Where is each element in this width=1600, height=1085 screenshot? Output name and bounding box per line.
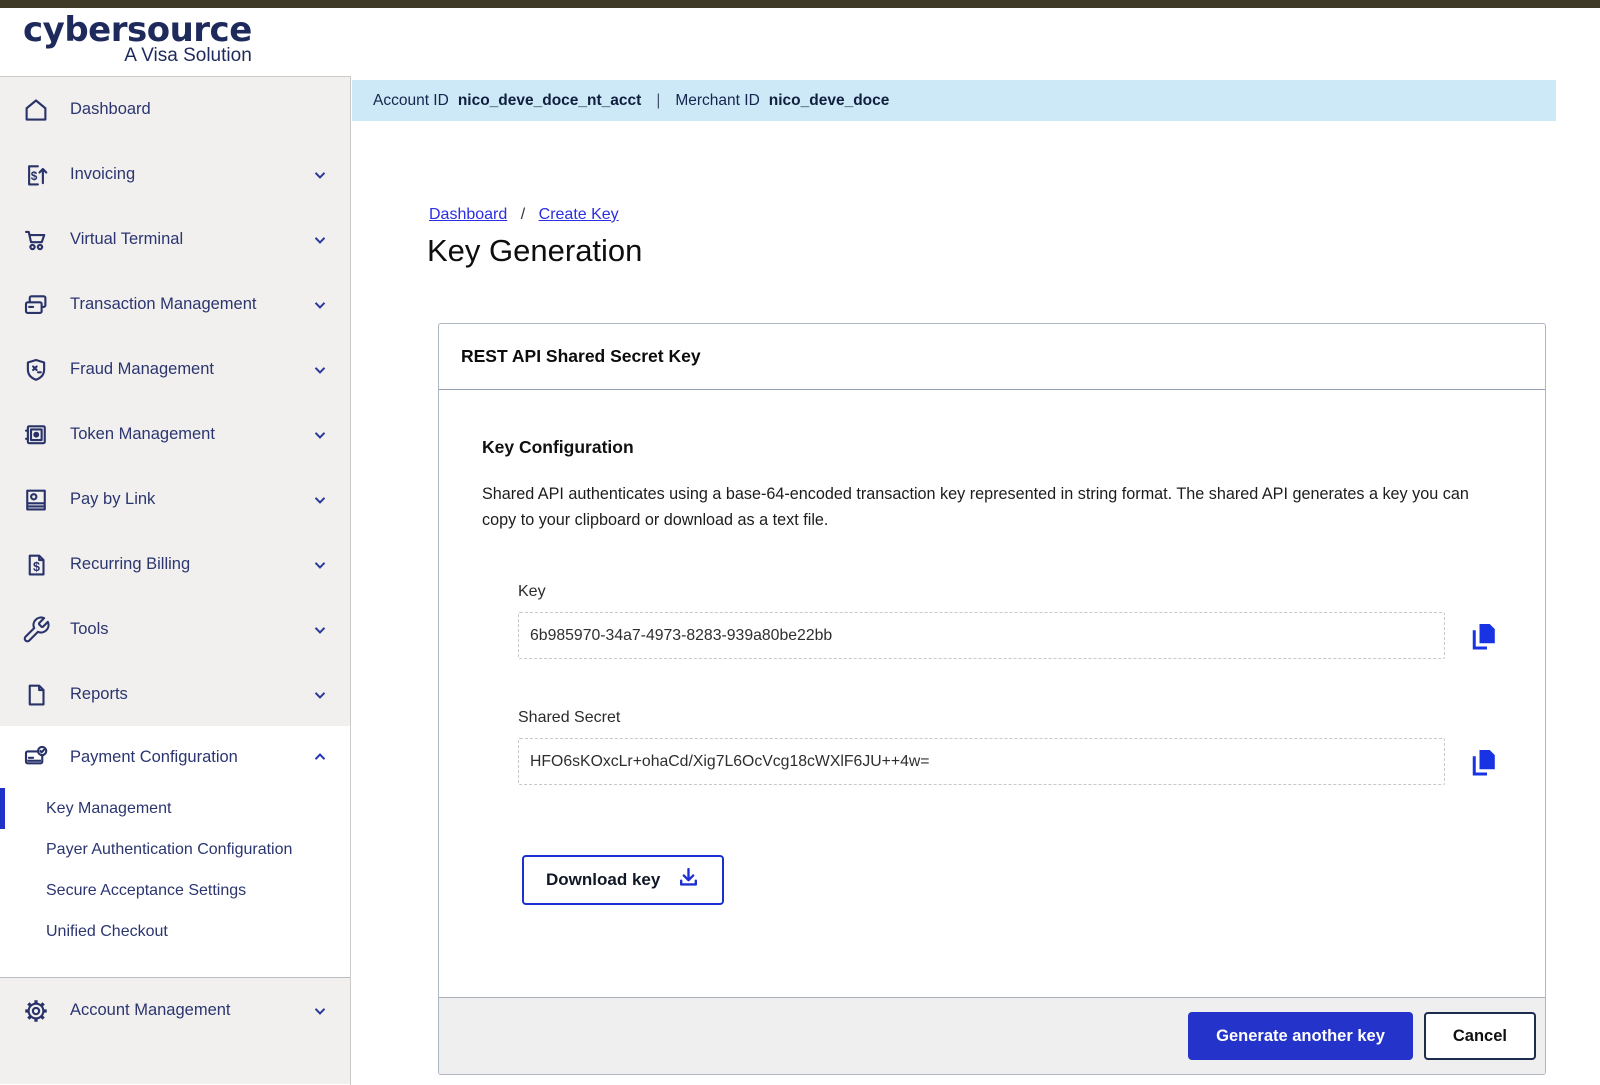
sidebar-subitem-key-management[interactable]: Key Management [0,788,350,829]
sidebar-item-token-management[interactable]: Token Management [0,402,350,467]
sidebar-subitem-secure-acceptance-settings[interactable]: Secure Acceptance Settings [0,870,350,911]
home-icon [21,95,51,125]
sidebar-subitem-label: Key Management [46,800,171,818]
sidebar-subitem-label: Secure Acceptance Settings [46,882,246,900]
sidebar-item-tools[interactable]: Tools [0,597,350,662]
sidebar-item-payment-configuration[interactable]: Payment Configuration [0,726,350,788]
copy-icon [1466,768,1502,783]
brand-logo: cybersource A Visa Solution [0,8,351,76]
sidebar-item-dashboard[interactable]: Dashboard [0,77,350,142]
sidebar-item-label: Payment Configuration [70,748,308,767]
sidebar-item-invoicing[interactable]: $ Invoicing [0,142,350,207]
key-configuration-description: Shared API authenticates using a base-64… [482,481,1502,533]
sidebar-subitem-unified-checkout[interactable]: Unified Checkout [0,911,350,952]
invoice-icon: $ [21,160,51,190]
sidebar-item-label: Dashboard [70,100,332,119]
logo-text: cybersource [23,12,252,49]
shared-secret-label: Shared Secret [518,709,1502,727]
sidebar-item-fraud-management[interactable]: Fraud Management [0,337,350,402]
chevron-down-icon[interactable] [308,683,332,707]
sidebar-item-label: Account Management [70,1001,308,1020]
sidebar-item-virtual-terminal[interactable]: Virtual Terminal [0,207,350,272]
sidebar-subitem-label: Payer Authentication Configuration [46,841,292,859]
chevron-down-icon[interactable] [308,228,332,252]
top-accent-strip [0,0,1600,8]
copy-shared-secret-button[interactable] [1466,744,1502,780]
sidebar-item-label: Reports [70,685,308,704]
sidebar-item-label: Virtual Terminal [70,230,308,249]
sidebar-subitem-payer-authentication-configuration[interactable]: Payer Authentication Configuration [0,829,350,870]
document-icon [21,680,51,710]
sidebar: Dashboard $ Invoicing Virtual Terminal [0,76,351,1085]
svg-text:$: $ [31,168,38,182]
chevron-down-icon[interactable] [308,163,332,187]
sidebar-item-reports[interactable]: Reports [0,662,350,727]
chevron-down-icon[interactable] [308,358,332,382]
sidebar-item-label: Fraud Management [70,360,308,379]
sidebar-item-recurring-billing[interactable]: $ Recurring Billing [0,532,350,597]
svg-text:$: $ [33,559,40,573]
download-key-button[interactable]: Download key [522,855,724,905]
download-key-label: Download key [546,870,660,890]
sidebar-main-section: Dashboard $ Invoicing Virtual Terminal [0,76,350,726]
key-value-box[interactable]: 6b985970-34a7-4973-8283-939a80be22bb [518,612,1445,659]
chevron-up-icon[interactable] [308,745,332,769]
account-id-label: Account ID [373,92,449,110]
sidebar-subitem-label: Unified Checkout [46,923,168,941]
chevron-down-icon[interactable] [308,553,332,577]
cancel-button[interactable]: Cancel [1424,1012,1536,1060]
card-header: REST API Shared Secret Key [439,324,1545,390]
wrench-icon [21,615,51,645]
shared-secret-value-box[interactable]: HFO6sKOxcLr+ohaCd/Xig7L6OcVcg18cWXlF6JU+… [518,738,1445,785]
generate-another-key-button[interactable]: Generate another key [1188,1012,1413,1060]
card-body: Key Configuration Shared API authenticat… [439,390,1545,905]
vault-icon [21,420,51,450]
sidebar-item-label: Tools [70,620,308,639]
copy-icon [1466,642,1502,657]
breadcrumb-link-create-key[interactable]: Create Key [539,206,619,223]
copy-key-button[interactable] [1466,618,1502,654]
breadcrumb-link-dashboard[interactable]: Dashboard [429,206,507,223]
account-bar: Account ID nico_deve_doce_nt_acct | Merc… [352,80,1556,121]
breadcrumb-separator: / [521,206,525,223]
sidebar-item-account-management[interactable]: Account Management [0,978,350,1043]
cards-icon [21,290,51,320]
shield-icon [21,355,51,385]
sidebar-item-label: Recurring Billing [70,555,308,574]
page-title: Key Generation [427,233,642,269]
key-configuration-title: Key Configuration [482,437,1502,458]
card-check-icon [21,742,51,772]
sidebar-item-label: Token Management [70,425,308,444]
sidebar-bottom-section: Account Management [0,977,350,1084]
page-link-icon [21,485,51,515]
card-footer: Generate another key Cancel [439,997,1545,1074]
chevron-down-icon[interactable] [308,999,332,1023]
sidebar-expanded-section: Payment Configuration Key Management Pay… [0,726,350,977]
chevron-down-icon[interactable] [308,488,332,512]
key-field-label: Key [518,583,1502,601]
sidebar-item-label: Pay by Link [70,490,308,509]
key-field-group: Key 6b985970-34a7-4973-8283-939a80be22bb [518,583,1502,659]
breadcrumb: Dashboard / Create Key [429,206,619,224]
download-icon [675,864,702,896]
cart-icon [21,225,51,255]
shared-secret-field-group: Shared Secret HFO6sKOxcLr+ohaCd/Xig7L6Oc… [518,709,1502,785]
account-id-value: nico_deve_doce_nt_acct [458,92,642,110]
chevron-down-icon[interactable] [308,293,332,317]
sidebar-item-transaction-management[interactable]: Transaction Management [0,272,350,337]
merchant-id-label: Merchant ID [675,92,759,110]
sidebar-item-label: Transaction Management [70,295,308,314]
key-generation-card: REST API Shared Secret Key Key Configura… [438,323,1546,1075]
billing-doc-icon: $ [21,550,51,580]
account-bar-separator: | [656,92,660,110]
chevron-down-icon[interactable] [308,618,332,642]
sidebar-item-pay-by-link[interactable]: Pay by Link [0,467,350,532]
chevron-down-icon[interactable] [308,423,332,447]
gear-icon [21,996,51,1026]
sidebar-item-label: Invoicing [70,165,308,184]
merchant-id-value: nico_deve_doce [769,92,890,110]
